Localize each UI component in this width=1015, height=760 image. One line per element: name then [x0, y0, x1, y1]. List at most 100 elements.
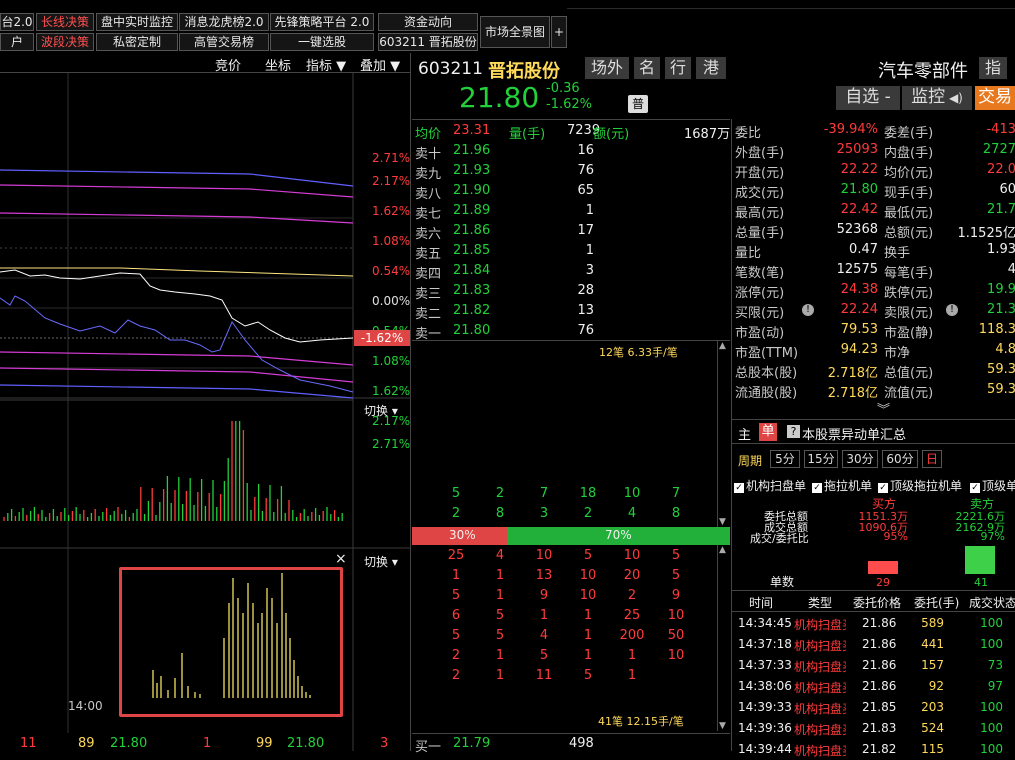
tab-coordinate[interactable]: 坐标 — [265, 55, 291, 74]
sell-count-bar — [965, 546, 995, 574]
tab-otc[interactable]: 场外 — [585, 57, 629, 79]
stat-value: 21.7 — [987, 202, 1015, 217]
tab-overlay[interactable]: 叠加 ▼ — [360, 55, 400, 74]
ask-level-label: 卖七 — [415, 207, 442, 222]
close-icon[interactable]: × — [335, 551, 347, 567]
stat-value: 94.23 — [840, 342, 878, 357]
tab-indicator[interactable]: 指标 ▼ — [306, 55, 346, 74]
ask-level-label: 卖五 — [415, 247, 442, 262]
checkbox-icon[interactable]: ✓ — [812, 483, 822, 493]
trade-button[interactable]: 交易 — [975, 86, 1015, 110]
ask-volume: 1 — [585, 203, 594, 218]
filter-checkbox[interactable]: ✓ 顶级单 — [970, 477, 1015, 493]
ask-price: 21.84 — [453, 263, 491, 278]
ask-level-label: 卖八 — [415, 187, 442, 202]
trade-row[interactable]: 14:38:06机构扫盘买21.869297 — [732, 677, 1015, 697]
order-queue: 12笔 6.33手/笔 ▲ ▼ 5 2 7 18 10 7 2 8 3 2 4 8 30% 70% 25… — [412, 341, 730, 733]
add-tab-button[interactable]: + — [551, 16, 567, 48]
tab-single[interactable]: 单 — [759, 423, 777, 441]
expand-icon[interactable]: ︾ — [877, 399, 890, 418]
tab-auction[interactable]: 竞价 — [215, 55, 241, 74]
index-button[interactable]: 指 — [979, 57, 1007, 79]
queue-buy-cell: 1 — [627, 648, 637, 663]
axis-label: 1.62% — [372, 204, 411, 218]
toolbar-row2-item[interactable]: 波段决策 — [36, 33, 94, 51]
queue-buy-cell: 1 — [495, 588, 505, 603]
trade-row[interactable]: 14:39:44机构扫盘买21.82115100 — [732, 740, 1015, 760]
info-icon[interactable]: ! — [802, 304, 814, 316]
queue-bottom-summary: 41笔 12.15手/笔 — [598, 715, 684, 728]
period-option[interactable]: 60分 — [882, 450, 918, 468]
trade-row[interactable]: 14:39:36机构扫盘买21.83524100 — [732, 719, 1015, 739]
amount-label: 额(元) — [593, 127, 630, 142]
queue-buy-cell: 4 — [495, 548, 505, 563]
period-option[interactable]: 5分 — [770, 450, 800, 468]
queue-buy-cell: 25 — [623, 608, 641, 623]
filter-checkbox[interactable]: ✓ 拖拉机单 — [812, 477, 872, 493]
checkbox-icon[interactable]: ✓ — [734, 483, 744, 493]
stat-label: 市盈(动) — [735, 326, 785, 341]
market-overview-button[interactable]: 市场全景图 — [480, 16, 550, 48]
queue-buy-cell: 10 — [579, 568, 597, 583]
tab-industry[interactable]: 行 — [665, 57, 691, 79]
queue-scrollbar-bottom[interactable]: ▲ ▼ — [717, 545, 729, 731]
toolbar-row2-item[interactable]: 私密定制 — [96, 33, 178, 51]
queue-buy-cell: 5 — [451, 588, 461, 603]
toolbar-row1-item[interactable]: 盘中实时监控 — [96, 13, 178, 31]
stock-name: 晋拓股份 — [488, 61, 560, 82]
toolbar-row2-item[interactable]: 一键选股 — [270, 33, 374, 51]
period-option[interactable]: 30分 — [842, 450, 878, 468]
trade-row[interactable]: 14:34:45机构扫盘买21.86589100 — [732, 614, 1015, 634]
queue-buy-cell: 2 — [451, 668, 461, 683]
switch-button-indicator[interactable]: 切换 ▾ — [364, 553, 398, 570]
help-icon[interactable]: ? — [787, 425, 800, 438]
stat-label: 流通股(股) — [735, 386, 798, 401]
queue-sell-cell: 10 — [623, 486, 641, 501]
info-icon[interactable]: ! — [946, 304, 958, 316]
toolbar-row2-item[interactable]: 高管交易榜 — [179, 33, 269, 51]
stat-value: 25093 — [836, 142, 878, 157]
stat-value: 21.80 — [840, 182, 878, 197]
monitor-button[interactable]: 监控 ◀) — [902, 86, 972, 110]
trade-row[interactable]: 14:37:33机构扫盘买21.8615773 — [732, 656, 1015, 676]
tab-name[interactable]: 名 — [634, 57, 660, 79]
toolbar-row2-item[interactable]: 603211 晋拓股份 — [378, 33, 478, 51]
period-option[interactable]: 日 — [922, 450, 942, 468]
toolbar-row1-item[interactable]: 消息龙虎榜2.0 — [179, 13, 269, 31]
stat-label: 跌停(元) — [884, 286, 934, 301]
queue-buy-cell: 9 — [539, 588, 549, 603]
tab-hk[interactable]: 港 — [696, 57, 726, 79]
checkbox-icon[interactable]: ✓ — [970, 483, 980, 493]
stat-value: 22.22 — [840, 162, 878, 177]
stat-value: 4.8 — [995, 342, 1015, 357]
stat-value: 2.718亿 — [827, 366, 878, 381]
period-option[interactable]: 15分 — [804, 450, 838, 468]
stat-value: 2.718亿 — [827, 386, 878, 401]
queue-scrollbar-top[interactable]: ▲ ▼ — [717, 341, 729, 527]
period-bar: 周期 5分 15分 30分 60分日 — [732, 449, 1015, 471]
add-watchlist-button[interactable]: 自选 - — [836, 86, 900, 110]
summary-row-label: 成交/委托比 — [750, 532, 809, 545]
queue-buy-cell: 5 — [539, 648, 549, 663]
trade-row[interactable]: 14:37:18机构扫盘买21.86441100 — [732, 635, 1015, 655]
switch-button-volume[interactable]: 切换 ▾ — [364, 402, 398, 419]
queue-buy-cell: 1 — [627, 668, 637, 683]
filter-checkbox[interactable]: ✓ 机构扫盘单 — [734, 477, 806, 493]
toolbar-row1-item[interactable]: 资金动向 — [378, 13, 478, 31]
filter-checkbox[interactable]: ✓ 顶级拖拉机单 — [878, 477, 962, 493]
chart-area[interactable]: 竞价 坐标 指标 ▼ 叠加 ▼ 2.71% 2.17% 1.62% 1.08% 0.54… — [0, 53, 411, 751]
stat-value: 52368 — [836, 222, 878, 237]
tab-main[interactable]: 主 — [738, 424, 751, 443]
trade-row[interactable]: 14:39:33机构扫盘买21.85203100 — [732, 698, 1015, 718]
checkbox-icon[interactable]: ✓ — [878, 483, 888, 493]
toolbar-row1-item[interactable]: 台2.0 — [0, 13, 34, 31]
toolbar-row1-item[interactable]: 长线决策 — [36, 13, 94, 31]
ask-level-label: 卖二 — [415, 307, 442, 322]
industry-label: 汽车零部件 — [878, 61, 968, 82]
stat-label: 换手 — [884, 246, 911, 261]
ratio-left-label: 30% — [449, 528, 476, 542]
toolbar-row1-item[interactable]: 先锋策略平台 2.0 — [270, 13, 374, 31]
ask-price: 21.86 — [453, 223, 491, 238]
toolbar-row2-item[interactable]: 户 — [0, 33, 34, 51]
queue-buy-cell: 1 — [451, 568, 461, 583]
